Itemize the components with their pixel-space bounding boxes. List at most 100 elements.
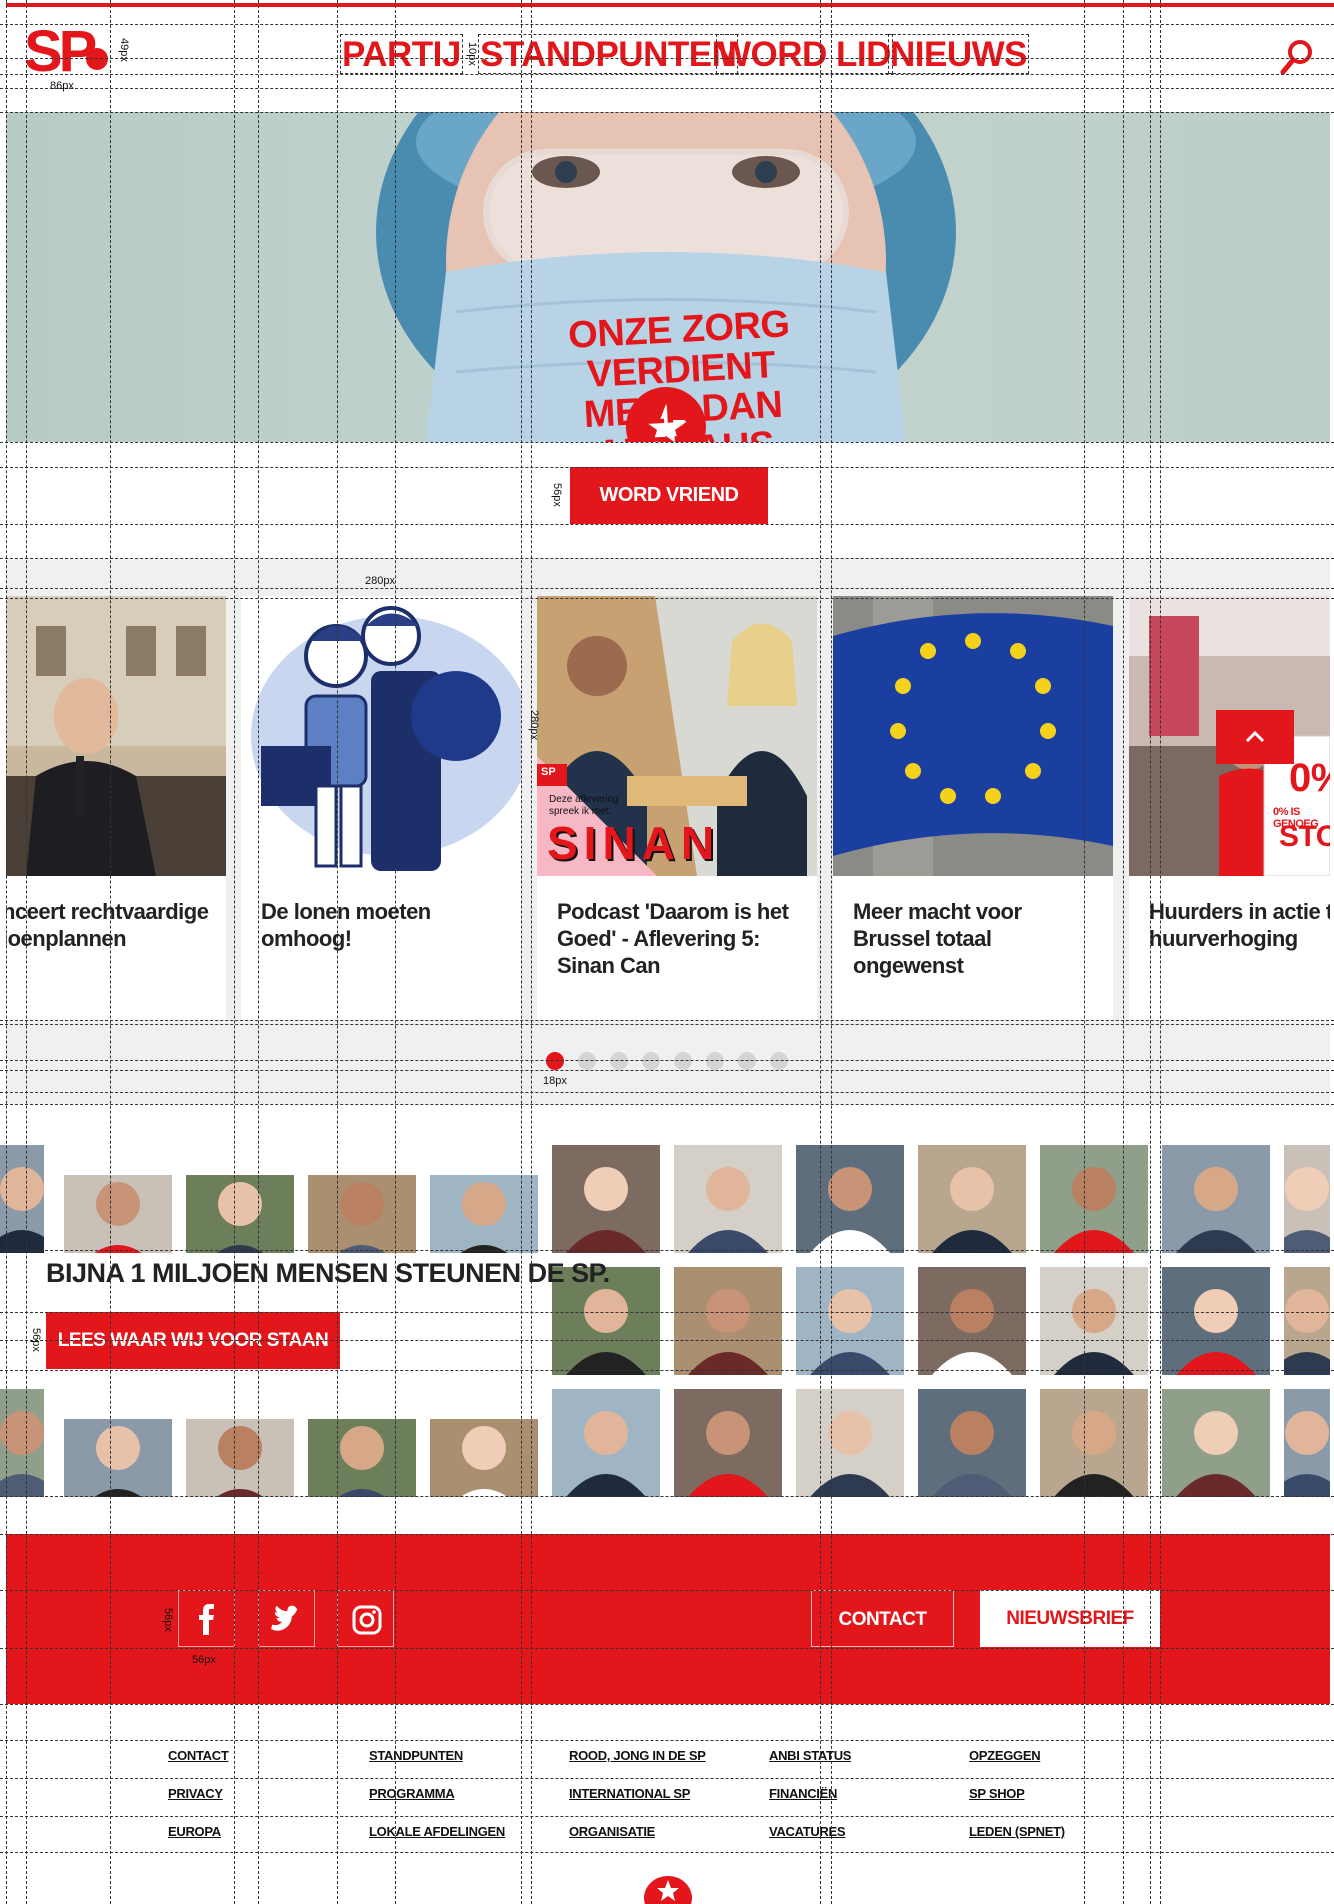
measure-label: 56px bbox=[192, 1654, 216, 1666]
carousel-dot[interactable] bbox=[610, 1052, 628, 1070]
carousel-dot[interactable] bbox=[642, 1052, 660, 1070]
supporter-photo bbox=[918, 1267, 1026, 1375]
protest-sign-text: 0% bbox=[1289, 756, 1330, 800]
footer-link-standpunten[interactable]: STANDPUNTEN bbox=[369, 1748, 463, 1763]
news-card[interactable]: SP Deze aflevering spreek ik met: SINAN P… bbox=[537, 596, 817, 1020]
footer-link-programma[interactable]: PROGRAMMA bbox=[369, 1786, 455, 1801]
footer-link-leden[interactable]: LEDEN (SPNET) bbox=[969, 1824, 1065, 1839]
podcast-tag: Deze aflevering spreek ik met: bbox=[549, 794, 619, 817]
sp-logo[interactable]: SP bbox=[24, 19, 112, 84]
podcast-name: SINAN bbox=[547, 817, 721, 869]
measure-label: 56px bbox=[551, 483, 563, 507]
carousel-dot[interactable] bbox=[674, 1052, 692, 1070]
top-accent-bar bbox=[6, 3, 1334, 7]
supporter-photo bbox=[796, 1389, 904, 1497]
news-card-image: SP Deze aflevering spreek ik met: SINAN bbox=[537, 596, 817, 876]
grid-guide bbox=[0, 1816, 1334, 1817]
supporter-photo bbox=[1040, 1267, 1148, 1375]
tomato-icon[interactable] bbox=[644, 1872, 692, 1904]
footer-link-vacatures[interactable]: VACATURES bbox=[769, 1824, 846, 1839]
measure-label: 49px bbox=[118, 38, 130, 62]
footer-link-rood[interactable]: ROOD, JONG IN DE SP bbox=[569, 1748, 706, 1763]
news-card-image bbox=[6, 596, 226, 876]
chevron-up-icon bbox=[1245, 730, 1265, 743]
grid-guide bbox=[0, 24, 1334, 25]
news-card[interactable]: 0% 0% IS GENOEG STOP Huurders in actie t… bbox=[1129, 596, 1330, 1020]
supporter-photo bbox=[552, 1389, 660, 1497]
grid-guide bbox=[0, 442, 1334, 443]
instagram-icon[interactable] bbox=[337, 1590, 394, 1647]
measure-label: 280px bbox=[365, 575, 395, 587]
footer-link-organisatie[interactable]: ORGANISATIE bbox=[569, 1824, 655, 1839]
grid-guide bbox=[0, 1740, 1334, 1741]
news-card[interactable]: Meer macht voor Brussel totaal ongewenst bbox=[833, 596, 1113, 1020]
carousel-dot[interactable] bbox=[578, 1052, 596, 1070]
grid-guide bbox=[0, 1104, 1334, 1105]
supporter-photo bbox=[552, 1145, 660, 1253]
measure-label: 280px bbox=[528, 710, 540, 740]
footer-link-financien[interactable]: FINANCIËN bbox=[769, 1786, 837, 1801]
grid-guide bbox=[0, 88, 1334, 89]
news-card-title: nceert rechtvaardige ioenplannen bbox=[6, 899, 209, 951]
footer-link-international[interactable]: INTERNATIONAL SP bbox=[569, 1786, 690, 1801]
supporter-photo bbox=[64, 1175, 172, 1253]
news-card-image bbox=[833, 596, 1113, 876]
supporter-photo bbox=[430, 1419, 538, 1497]
nav-partij[interactable]: PARTIJ bbox=[340, 34, 463, 74]
nav-standpunten[interactable]: STANDPUNTEN bbox=[478, 34, 739, 74]
footer-link-lokale-afdelingen[interactable]: LOKALE AFDELINGEN bbox=[369, 1824, 505, 1839]
twitter-icon[interactable] bbox=[258, 1590, 315, 1647]
supporter-photo bbox=[0, 1389, 44, 1497]
news-card[interactable]: De lonen moeten omhoog! bbox=[241, 596, 521, 1020]
footer-link-privacy[interactable]: PRIVACY bbox=[168, 1786, 223, 1801]
measure-label: 18px bbox=[543, 1075, 567, 1087]
footer-link-europa[interactable]: EUROPA bbox=[168, 1824, 221, 1839]
measure-label: 56px bbox=[162, 1608, 174, 1632]
footer-link-opzeggen[interactable]: OPZEGGEN bbox=[969, 1748, 1041, 1763]
word-vriend-button[interactable]: WORD VRIEND bbox=[570, 467, 768, 524]
news-card-title: Huurders in actie tegehuurverhoging bbox=[1149, 899, 1330, 951]
supporter-photo bbox=[918, 1145, 1026, 1253]
carousel-dot[interactable] bbox=[770, 1052, 788, 1070]
grid-guide bbox=[0, 524, 1334, 525]
nav-word-lid[interactable]: WORD LID bbox=[716, 34, 893, 74]
supporter-photo bbox=[674, 1389, 782, 1497]
supporter-photo bbox=[186, 1175, 294, 1253]
carousel-dot[interactable] bbox=[738, 1052, 756, 1070]
measure-label: 86px bbox=[50, 80, 74, 92]
protest-sign-stop: STOP bbox=[1279, 820, 1330, 853]
nieuwsbrief-button[interactable]: NIEUWSBRIEF bbox=[980, 1590, 1160, 1647]
supporter-photo bbox=[1284, 1389, 1330, 1497]
measure-label: 56px bbox=[30, 1328, 42, 1352]
facebook-icon[interactable] bbox=[178, 1590, 235, 1647]
supporter-photo bbox=[1162, 1267, 1270, 1375]
hero-slogan: ONZE ZORG VERDIENT MEER DAN APPLAUS bbox=[567, 303, 791, 442]
supporter-photo bbox=[796, 1267, 904, 1375]
nav-nieuws[interactable]: NIEUWS bbox=[888, 34, 1029, 74]
supporter-photo bbox=[1162, 1145, 1270, 1253]
supporter-photo bbox=[308, 1419, 416, 1497]
carousel-dot[interactable] bbox=[546, 1052, 564, 1070]
sp-mini-logo: SP bbox=[541, 766, 556, 778]
scroll-up-button[interactable] bbox=[1216, 710, 1294, 764]
supporter-photo bbox=[674, 1145, 782, 1253]
contact-button[interactable]: CONTACT bbox=[811, 1590, 954, 1647]
supporter-photo bbox=[1040, 1389, 1148, 1497]
footer-link-sp-shop[interactable]: SP SHOP bbox=[969, 1786, 1025, 1801]
supporter-photo bbox=[1162, 1389, 1270, 1497]
grid-guide bbox=[0, 1852, 1334, 1853]
support-headline: BIJNA 1 MILJOEN MENSEN STEUNEN DE SP. bbox=[46, 1258, 610, 1288]
footer-link-contact[interactable]: CONTACT bbox=[168, 1748, 229, 1763]
tomato-icon bbox=[86, 48, 108, 70]
search-icon[interactable] bbox=[1280, 38, 1314, 76]
carousel-dot[interactable] bbox=[706, 1052, 724, 1070]
footer-link-anbi[interactable]: ANBI STATUS bbox=[769, 1748, 851, 1763]
supporter-photo bbox=[64, 1419, 172, 1497]
news-card-title: De lonen moeten omhoog! bbox=[261, 899, 431, 951]
supporter-photo bbox=[796, 1145, 904, 1253]
news-card-image bbox=[241, 596, 521, 876]
supporter-photo bbox=[430, 1175, 538, 1253]
lees-waar-wij-voor-staan-button[interactable]: LEES WAAR WIJ VOOR STAAN bbox=[46, 1312, 340, 1369]
news-card[interactable]: nceert rechtvaardige ioenplannen bbox=[6, 596, 226, 1020]
news-card-title: Podcast 'Daarom is het Goed' - Afleverin… bbox=[557, 899, 789, 978]
